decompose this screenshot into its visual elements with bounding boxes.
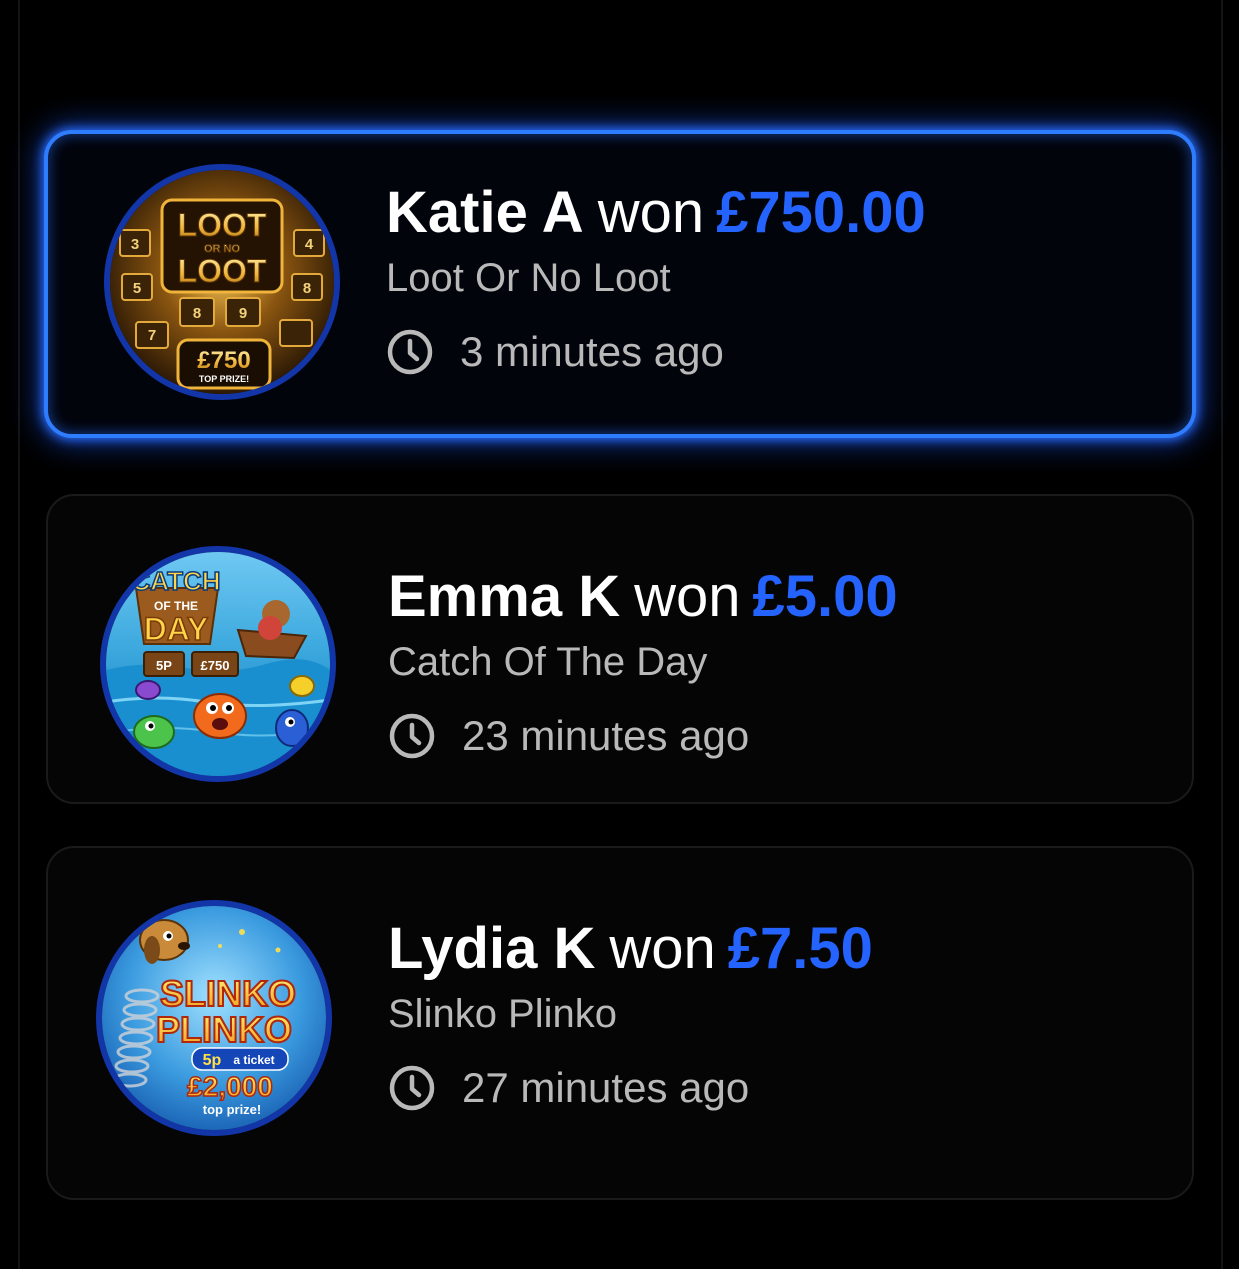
catch-of-the-day-thumbnail: CATCH OF THE DAY 5P £750 [106, 552, 330, 776]
won-label: won [634, 564, 741, 629]
svg-text:£750: £750 [197, 347, 250, 374]
winner-headline: Lydia Kwon £7.50 [388, 914, 873, 984]
left-border-line [18, 0, 20, 1269]
svg-text:top prize!: top prize! [203, 1102, 262, 1117]
game-name: Slinko Plinko [388, 992, 618, 1036]
winner-info: Katie Awon £750.00 Loot Or No Loot 3 minu… [386, 178, 926, 376]
time-ago: 3 minutes ago [386, 328, 926, 376]
game-name: Catch Of The Day [388, 640, 708, 684]
svg-text:5P: 5P [156, 658, 172, 673]
winner-card[interactable]: SLINKO PLINKO 5p a ticket £2,000 top pri… [46, 846, 1194, 1200]
time-ago-text: 3 minutes ago [460, 328, 724, 375]
svg-text:£750: £750 [201, 658, 230, 673]
svg-text:7: 7 [148, 327, 156, 344]
won-label: won [609, 916, 716, 981]
win-amount: £7.50 [727, 916, 873, 981]
clock-icon [387, 329, 433, 375]
svg-text:DAY: DAY [144, 611, 209, 647]
svg-text:£2,000: £2,000 [187, 1071, 273, 1102]
game-thumbnail[interactable]: 3 4 5 8 8 9 7 LOOT OR NO LOOT £750 TOP P… [104, 164, 340, 400]
svg-text:5: 5 [133, 280, 141, 297]
time-ago: 27 minutes ago [388, 1064, 873, 1112]
winner-name: Lydia K [388, 916, 596, 981]
svg-text:3: 3 [131, 236, 139, 253]
winner-info: Lydia Kwon £7.50 Slinko Plinko 27 minutes… [388, 914, 873, 1112]
game-thumbnail[interactable]: SLINKO PLINKO 5p a ticket £2,000 top pri… [96, 900, 332, 1136]
svg-text:LOOT: LOOT [178, 253, 267, 289]
game-name: Loot Or No Loot [386, 256, 671, 300]
time-ago-text: 23 minutes ago [462, 712, 750, 759]
svg-text:PLINKO: PLINKO [156, 1009, 292, 1050]
svg-text:5p: 5p [203, 1052, 222, 1069]
svg-text:8: 8 [193, 305, 201, 322]
winner-name: Katie A [386, 180, 584, 245]
right-border-line [1221, 0, 1223, 1269]
svg-text:SLINKO: SLINKO [160, 973, 296, 1014]
winner-info: Emma Kwon £5.00 Catch Of The Day 23 minut… [388, 562, 898, 760]
time-ago-text: 27 minutes ago [462, 1064, 750, 1111]
svg-text:CATCH: CATCH [131, 566, 220, 596]
svg-text:a ticket: a ticket [233, 1053, 274, 1067]
recent-winners-feed: 3 4 5 8 8 9 7 LOOT OR NO LOOT £750 TOP P… [0, 0, 1239, 1269]
loot-or-no-loot-thumbnail: 3 4 5 8 8 9 7 LOOT OR NO LOOT £750 TOP P… [110, 170, 334, 394]
svg-text:LOOT: LOOT [178, 207, 267, 243]
clock-icon [389, 1065, 435, 1111]
win-amount: £750.00 [716, 180, 926, 245]
svg-text:8: 8 [303, 280, 311, 297]
winner-card[interactable]: CATCH OF THE DAY 5P £750 Emma K won £5.0… [46, 494, 1194, 804]
slinko-plinko-thumbnail: SLINKO PLINKO 5p a ticket £2,000 top pri… [102, 906, 326, 1130]
winner-headline: Katie Awon £750.00 [386, 178, 926, 248]
win-amount: £5.00 [752, 564, 898, 629]
winner-card[interactable]: 3 4 5 8 8 9 7 LOOT OR NO LOOT £750 TOP P… [44, 130, 1196, 438]
clock-icon [389, 713, 435, 759]
won-label: won [597, 180, 705, 245]
svg-text:TOP PRIZE!: TOP PRIZE! [199, 374, 249, 384]
time-ago: 23 minutes ago [388, 712, 898, 760]
winner-name: Emma K [388, 564, 621, 629]
svg-text:4: 4 [305, 236, 314, 253]
game-thumbnail[interactable]: CATCH OF THE DAY 5P £750 [100, 546, 336, 782]
winner-headline: Emma Kwon £5.00 [388, 562, 898, 632]
svg-text:9: 9 [239, 305, 247, 322]
